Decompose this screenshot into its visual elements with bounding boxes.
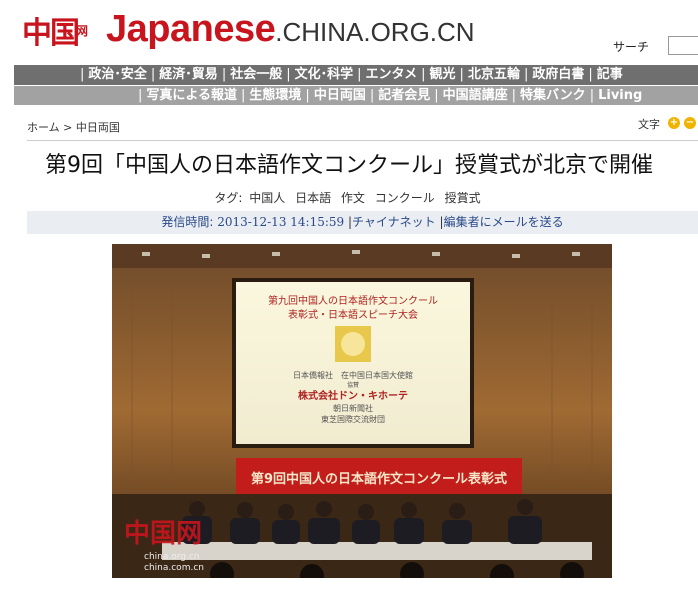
- watermark-url2: china.com.cn: [144, 563, 204, 573]
- meta-label: 発信時間:: [161, 215, 214, 229]
- font-increase-icon[interactable]: +: [668, 117, 680, 129]
- tag-link[interactable]: 授賞式: [445, 191, 481, 205]
- nav-item[interactable]: 社会一般: [230, 65, 282, 85]
- article-tags: タグ: 中国人 日本語 作文 コンクール 授賞式: [0, 189, 698, 206]
- article-headline: 第9回「中国人の日本語作文コンクール」授賞式が北京で開催: [45, 153, 653, 178]
- mail-editor-link[interactable]: 編集者にメールを送る: [444, 215, 564, 229]
- logo-cn-text: 中国: [22, 16, 80, 51]
- nav-item[interactable]: 文化･科学: [295, 65, 354, 85]
- nav-item[interactable]: 観光: [430, 65, 456, 85]
- font-decrease-icon[interactable]: −: [684, 117, 696, 129]
- nav-item[interactable]: 中日両国: [314, 86, 366, 105]
- search-input[interactable]: [668, 36, 698, 55]
- breadcrumb-section[interactable]: 中日両国: [76, 121, 120, 134]
- nav-item[interactable]: 経済･貿易: [159, 65, 218, 85]
- site-title[interactable]: Japanese.CHINA.ORG.CN: [106, 8, 475, 51]
- article-photo: 第九回中国人の日本語作文コンクール 表彰式・日本語スピーチ大会 日本僑報社 在中…: [112, 244, 612, 578]
- nav-item[interactable]: 記事: [597, 65, 623, 85]
- china-org-logo[interactable]: 中国 网: [22, 8, 102, 51]
- article-meta: 発信時間: 2013-12-13 14:15:59 |チャイナネット |編集者に…: [27, 211, 698, 234]
- screen-org3: 朝日新聞社: [333, 403, 373, 413]
- tag-link[interactable]: コンクール: [375, 191, 435, 205]
- site-title-domain: .CHINA.ORG.CN: [275, 17, 475, 47]
- nav-item[interactable]: 政府白書: [532, 65, 584, 85]
- screen-org1: 日本僑報社 在中国日本国大使館: [293, 370, 413, 380]
- nav-item[interactable]: 写真による報道: [146, 86, 237, 105]
- watermark-cn: 中国网: [124, 519, 202, 549]
- logo-net-text: 网: [76, 24, 89, 38]
- tags-label: タグ:: [214, 191, 243, 205]
- screen-org2: 株式会社ドン・キホーテ: [298, 389, 408, 402]
- nav-item[interactable]: 政治･安全: [88, 65, 147, 85]
- breadcrumb-home[interactable]: ホーム: [27, 121, 60, 134]
- screen-org4: 東芝国際交流財団: [321, 414, 385, 424]
- nav-item[interactable]: 生態環境: [249, 86, 301, 105]
- tag-link[interactable]: 作文: [341, 191, 365, 205]
- publish-date: 2013-12-13 14:15:59: [217, 215, 345, 229]
- source-link[interactable]: チャイナネット: [352, 215, 436, 229]
- tag-link[interactable]: 中国人: [249, 191, 285, 205]
- nav-item[interactable]: 北京五輪: [468, 65, 520, 85]
- breadcrumb-separator: >: [63, 121, 73, 134]
- nav-item[interactable]: Living: [598, 86, 642, 105]
- font-size-label: 文字: [638, 118, 660, 131]
- ceremony-photo-illustration: 第九回中国人の日本語作文コンクール 表彰式・日本語スピーチ大会 日本僑報社 在中…: [112, 244, 612, 578]
- screen-title-line1: 第九回中国人の日本語作文コンクール: [268, 294, 438, 307]
- nav-item[interactable]: 特集バンク: [520, 86, 586, 105]
- screen-org-small: 協賛: [347, 381, 359, 389]
- site-header: 中国 网 Japanese.CHINA.ORG.CN サーチ: [0, 0, 698, 62]
- search-label: サーチ: [613, 40, 650, 54]
- primary-nav: | 政治･安全 | 経済･貿易 | 社会一般 | 文化･科学 | エンタメ | 観光 | 北京五輪 | 政府白…: [14, 65, 698, 85]
- breadcrumb: ホーム > 中日両国: [27, 119, 120, 135]
- divider: [27, 140, 698, 141]
- watermark-url1: china.org.cn: [144, 552, 200, 562]
- nav-item[interactable]: エンタメ: [366, 65, 418, 85]
- secondary-nav: | 写真による報道 | 生態環境 | 中日両国 | 記者会見 | 中国語講座 | 特集バンク | Livi…: [14, 86, 698, 105]
- nav-item[interactable]: 記者会見: [378, 86, 430, 105]
- tag-link[interactable]: 日本語: [295, 191, 331, 205]
- screen-title-line2: 表彰式・日本語スピーチ大会: [288, 308, 418, 321]
- site-title-main: Japanese: [106, 8, 276, 50]
- nav-item[interactable]: 中国語講座: [443, 86, 508, 105]
- banner-text: 第9回中国人の日本語作文コンクール表彰式: [251, 471, 507, 487]
